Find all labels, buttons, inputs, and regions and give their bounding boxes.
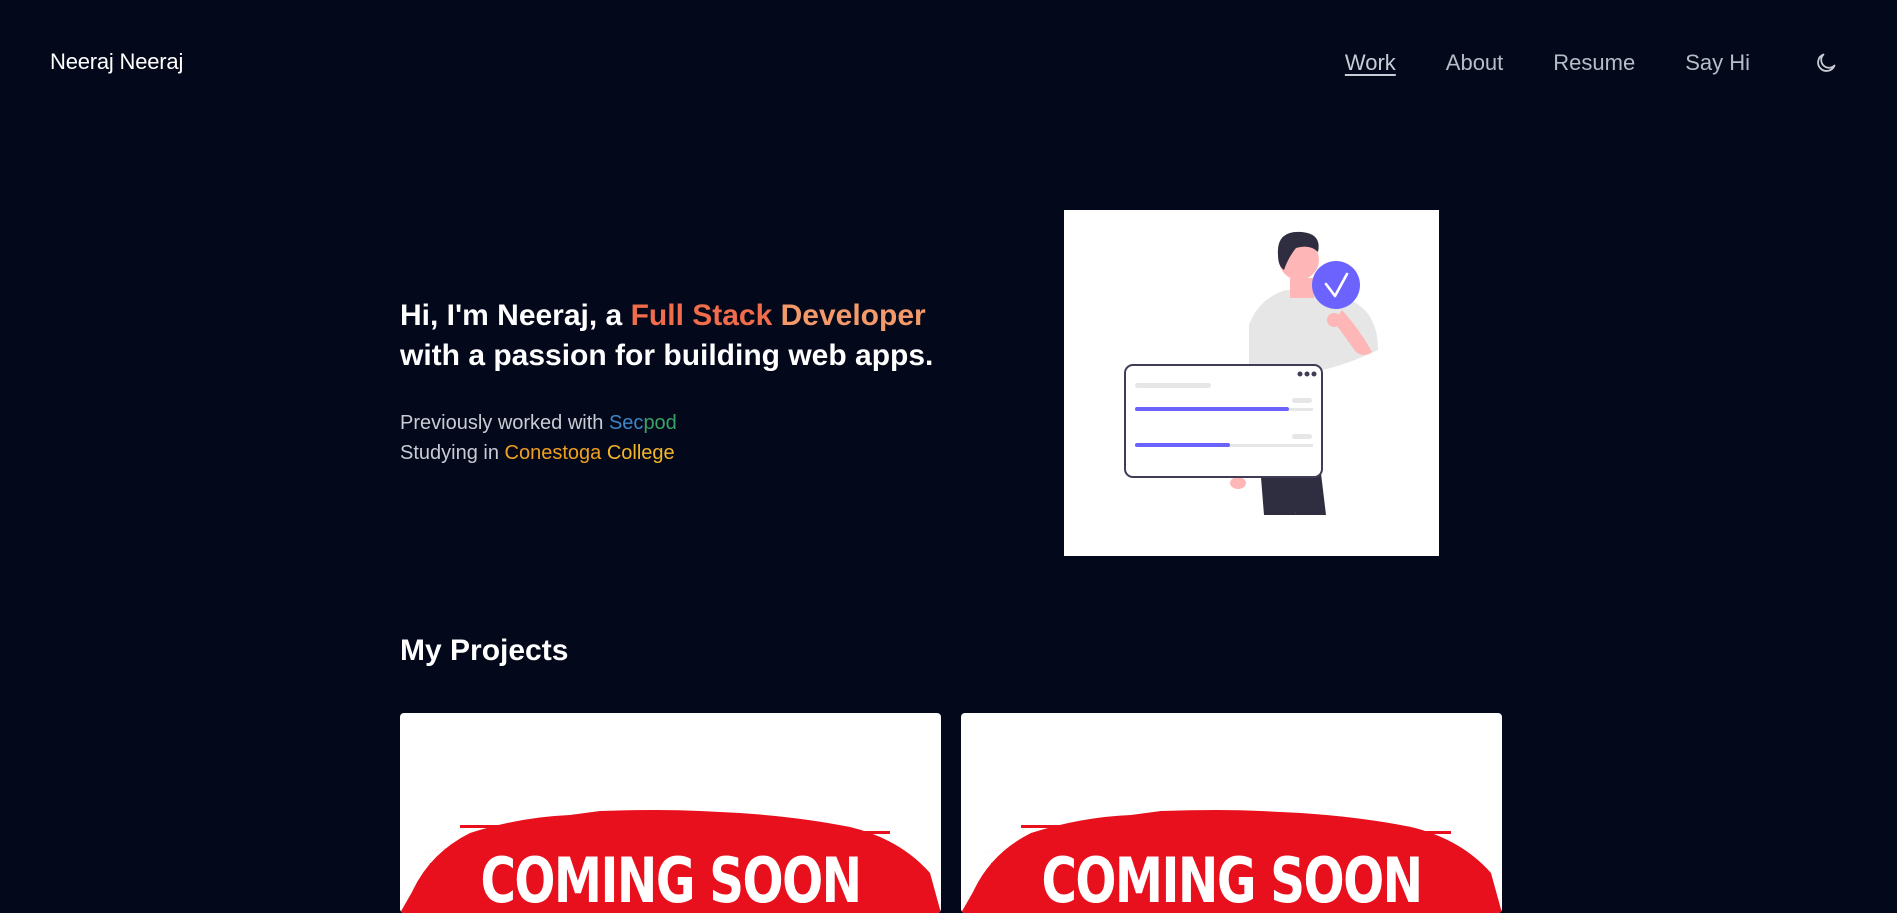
previous-work-line: Previously worked with Secpod <box>400 408 1000 438</box>
secpod-link-part-2: pod <box>643 412 677 434</box>
coming-soon-banner: COMING SOON <box>961 713 1502 913</box>
hero-greeting: Hi, I'm Neeraj, a <box>400 299 631 332</box>
hero-role-part-1: Full Stack <box>630 299 781 332</box>
theme-toggle-button[interactable] <box>1812 49 1840 77</box>
main-nav: Work About Resume Say Hi <box>1345 49 1897 77</box>
project-card[interactable]: COMING SOON <box>961 713 1502 913</box>
hero-subtext: Previously worked with Secpod Studying i… <box>400 408 1000 468</box>
hero-illustration <box>1064 210 1439 556</box>
person-with-checkmark-illustration <box>1124 231 1378 515</box>
nav-link-about[interactable]: About <box>1446 49 1504 77</box>
nav-link-work[interactable]: Work <box>1345 49 1396 77</box>
coming-soon-text: COMING SOON <box>1041 844 1423 913</box>
site-header: Neeraj Neeraj Work About Resume Say Hi <box>0 0 1897 126</box>
studying-line: Studying in Conestoga College <box>400 438 1000 468</box>
secpod-link[interactable]: Secpod <box>609 412 677 434</box>
hero-role-part-2: Developer <box>780 299 926 332</box>
conestoga-link-part-2: College <box>606 442 675 464</box>
coming-soon-text: COMING SOON <box>480 844 862 913</box>
nav-link-say-hi[interactable]: Say Hi <box>1685 49 1750 77</box>
coming-soon-banner: COMING SOON <box>400 713 941 913</box>
hero-heading: Hi, I'm Neeraj, a Full Stack Developer w… <box>400 296 1000 376</box>
hero-section: Hi, I'm Neeraj, a Full Stack Developer w… <box>400 296 1000 468</box>
conestoga-college-link[interactable]: Conestoga College <box>505 442 675 464</box>
previous-work-label: Previously worked with <box>400 412 609 434</box>
project-card[interactable]: COMING SOON <box>400 713 941 913</box>
brand-logo-link[interactable]: Neeraj Neeraj <box>50 49 183 75</box>
moon-icon <box>1817 53 1836 72</box>
hero-role-highlight: Full Stack Developer <box>631 299 926 332</box>
studying-label: Studying in <box>400 442 505 464</box>
hero-tagline: with a passion for building web apps. <box>400 339 934 372</box>
conestoga-link-part-1: Conestoga <box>504 442 607 464</box>
nav-link-resume[interactable]: Resume <box>1553 49 1635 77</box>
projects-section-title: My Projects <box>400 634 569 667</box>
secpod-link-part-1: Sec <box>608 412 644 434</box>
